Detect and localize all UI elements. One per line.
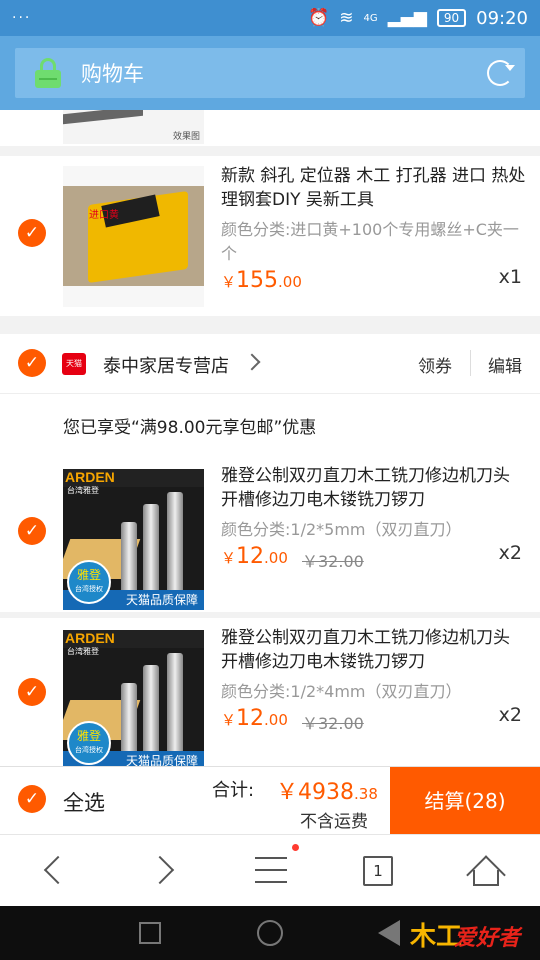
thumbnail-seal: 雅登 台湾授权: [67, 560, 111, 604]
item-variant: 颜色分类:1/2*4mm（双刃直刀）: [221, 682, 462, 701]
product-thumbnail[interactable]: 进口黄: [63, 166, 204, 307]
original-price: ￥32.00: [302, 714, 364, 733]
tmall-icon: 天猫: [62, 353, 86, 375]
lock-icon: [35, 58, 61, 88]
system-nav-bar: 木工 爱好者: [0, 906, 540, 960]
total-main: 4938: [298, 780, 355, 805]
select-all-label[interactable]: 全选: [63, 787, 105, 817]
forward-icon[interactable]: [145, 855, 175, 885]
status-bar: ··· ⏰ ≋ 4G ▂▄▆ 90 09:20: [0, 0, 540, 36]
item-title[interactable]: 雅登公制双刃直刀木工铣刀修边机刀头开槽修边刀电木镂铣刀锣刀: [221, 626, 526, 674]
total-cents: .38: [354, 785, 378, 803]
network-label: 4G: [363, 12, 378, 24]
currency-symbol: ￥: [221, 273, 237, 291]
promo-text: 您已享受“满98.00元享包邮”优惠: [63, 418, 317, 438]
chevron-right-icon[interactable]: [243, 353, 261, 371]
alarm-icon: ⏰: [308, 8, 330, 28]
total-label: 合计:: [212, 780, 255, 801]
back-icon[interactable]: [43, 855, 73, 885]
back-system-icon[interactable]: [378, 920, 400, 946]
thumbnail-seal: 雅登 台湾授权: [67, 721, 111, 765]
product-thumbnail[interactable]: ARDEN 台湾雅登 天猫品质保障 雅登 台湾授权: [63, 469, 204, 610]
edit-button[interactable]: 编辑: [488, 352, 522, 377]
price-cents: .00: [264, 549, 288, 567]
price-cents: .00: [278, 273, 302, 291]
wifi-icon: ≋: [339, 8, 354, 28]
watermark-logo: 木工 爱好者: [410, 918, 530, 951]
refresh-icon[interactable]: [487, 60, 515, 86]
menu-icon[interactable]: [255, 857, 287, 883]
product-thumbnail[interactable]: 效果图: [63, 110, 204, 144]
recents-icon[interactable]: [139, 922, 161, 944]
currency-symbol: ￥: [276, 780, 299, 805]
total-amount: ￥4938.38: [276, 774, 378, 806]
home-system-icon[interactable]: [257, 920, 283, 946]
item-quantity: x2: [498, 542, 522, 564]
cart-item[interactable]: ✓ 进口黄 新款 斜孔 定位器 木工 打孔器 进口 热处理钢套DIY 吴新工具 …: [0, 156, 540, 316]
checkout-button[interactable]: 结算(28): [390, 767, 540, 835]
divider: [470, 350, 471, 376]
thumbnail-brand: ARDEN: [65, 630, 115, 646]
item-price: ￥12.00: [221, 706, 288, 731]
notification-dot: [292, 844, 299, 851]
item-price: ￥12.00: [221, 544, 288, 569]
battery-icon: 90: [436, 9, 467, 27]
shop-name[interactable]: 泰中家居专营店: [103, 352, 229, 378]
price-main: 12: [236, 706, 265, 731]
cart-item[interactable]: ✓ ARDEN 台湾雅登 天猫品质保障 雅登 台湾授权 雅登公制双刃直刀木工铣刀修…: [0, 618, 540, 766]
thumbnail-subtitle: 台湾雅登: [67, 486, 99, 495]
shop-checkbox[interactable]: ✓: [18, 349, 46, 377]
list-item-partial[interactable]: 效果图: [0, 110, 540, 146]
item-title[interactable]: 雅登公制双刃直刀木工铣刀修边机刀头开槽修边刀电木镂铣刀锣刀: [221, 464, 526, 512]
page-title: 购物车: [81, 62, 144, 86]
thumbnail-subtitle: 台湾雅登: [67, 647, 99, 656]
item-quantity: x2: [498, 704, 522, 726]
currency-symbol: ￥: [221, 549, 237, 567]
signal-icon: ▂▄▆: [387, 8, 427, 28]
item-checkbox[interactable]: ✓: [18, 517, 46, 545]
item-checkbox[interactable]: ✓: [18, 678, 46, 706]
coupon-button[interactable]: 领券: [418, 352, 452, 377]
item-title[interactable]: 新款 斜孔 定位器 木工 打孔器 进口 热处理钢套DIY 吴新工具: [221, 164, 526, 212]
item-variant: 颜色分类:1/2*5mm（双刃直刀）: [221, 520, 462, 539]
divider: [0, 393, 540, 394]
watermark-text: 爱好者: [454, 926, 521, 951]
shipping-note: 不含运费: [300, 812, 368, 832]
item-price: ￥155.00: [221, 268, 302, 293]
price-cents: .00: [264, 711, 288, 729]
notification-dots: ···: [12, 10, 32, 26]
app-header: 购物车: [0, 36, 540, 110]
browser-toolbar: 1: [0, 834, 540, 906]
cart-item[interactable]: ✓ ARDEN 台湾雅登 天猫品质保障 雅登 台湾授权 雅登公制双刃直刀木工铣刀修…: [0, 456, 540, 612]
price-main: 155: [236, 268, 279, 293]
thumbnail-brand: ARDEN: [65, 469, 115, 485]
tabs-button[interactable]: 1: [363, 856, 393, 886]
price-main: 12: [236, 544, 265, 569]
cart-list[interactable]: 效果图 ✓ 进口黄 新款 斜孔 定位器 木工 打孔器 进口 热处理钢套DIY 吴…: [0, 110, 540, 766]
clock: 09:20: [476, 7, 528, 29]
thumbnail-caption: 效果图: [172, 132, 200, 142]
thumbnail-label: 进口黄: [89, 210, 119, 221]
shop-section: ✓ 天猫 泰中家居专营店 领券 编辑 您已享受“满98.00元享包邮”优惠: [0, 334, 540, 456]
title-bar: 购物车: [15, 48, 525, 98]
checkout-bar: ✓ 全选 合计: ￥4938.38 不含运费 结算(28): [0, 766, 540, 835]
home-icon[interactable]: [466, 855, 506, 895]
original-price: ￥32.00: [302, 552, 364, 571]
item-quantity: x1: [498, 266, 522, 288]
select-all-checkbox[interactable]: ✓: [18, 785, 46, 813]
item-checkbox[interactable]: ✓: [18, 219, 46, 247]
currency-symbol: ￥: [221, 711, 237, 729]
product-thumbnail[interactable]: ARDEN 台湾雅登 天猫品质保障 雅登 台湾授权: [63, 630, 204, 766]
item-variant: 颜色分类:进口黄+100个专用螺丝+C夹一个: [221, 220, 519, 263]
